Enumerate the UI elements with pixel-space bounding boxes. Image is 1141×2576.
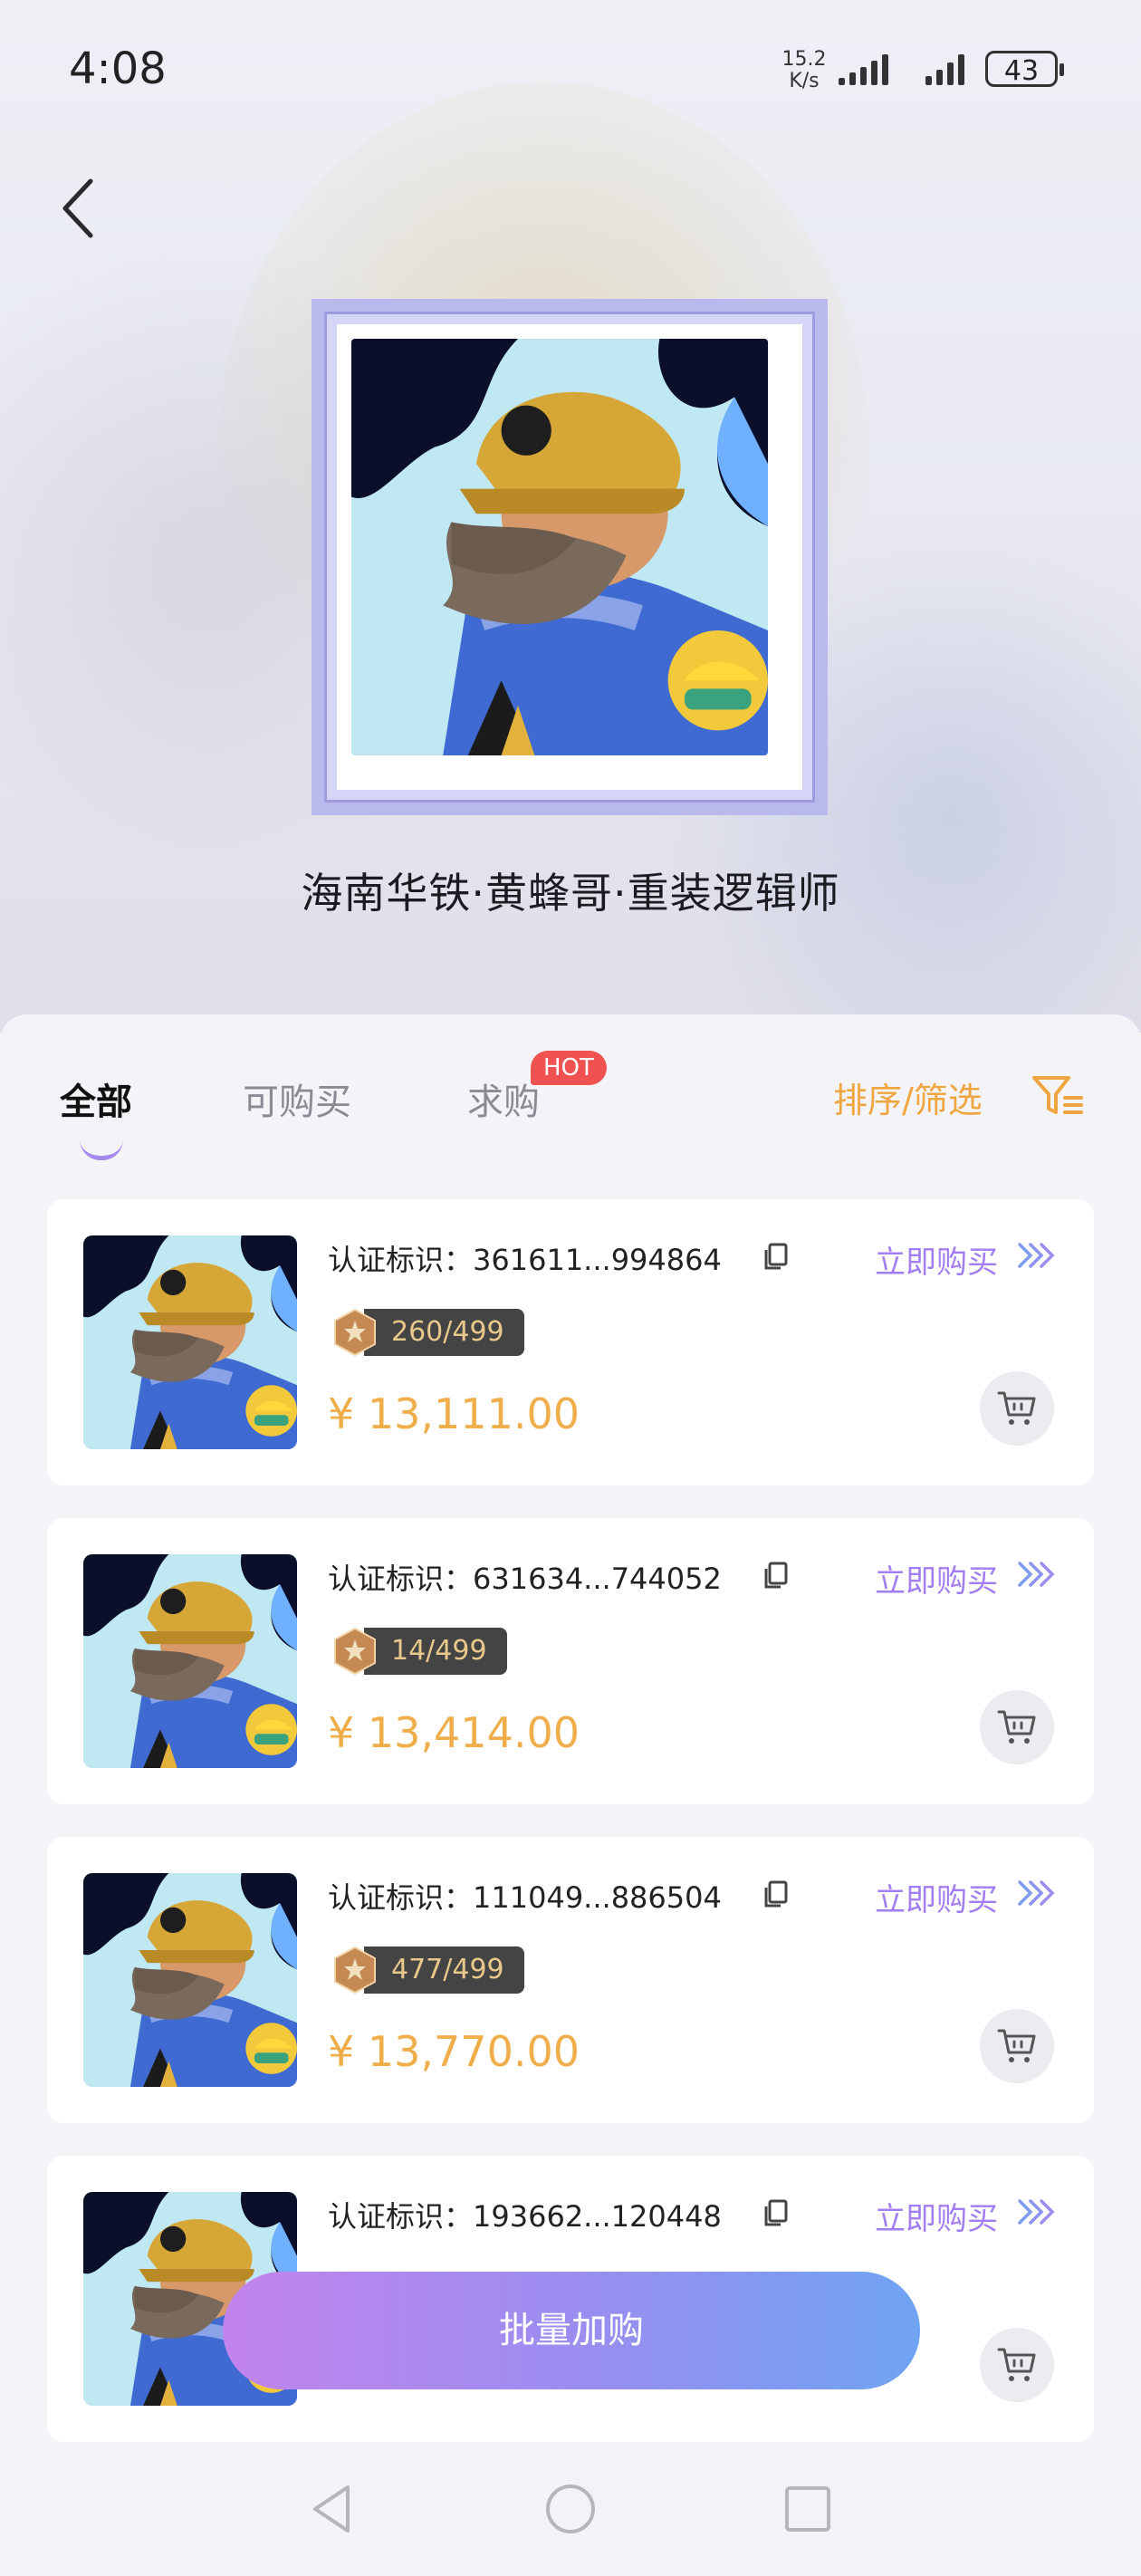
listing-card[interactable]: 认证标识：111049...886504 立即购买 477/499 ¥ 13,7… [47,1837,1094,2123]
edition-badge: 260/499 [333,1308,524,1357]
buy-now-button[interactable]: 立即购买 [875,1237,998,1282]
artwork-frame [312,299,828,815]
battery-icon: 43 [985,51,1064,87]
network-speed: 15.2 K/s [781,48,827,92]
star-hexagon-icon [334,1627,376,1676]
listing-thumbnail[interactable] [83,1554,297,1768]
double-chevron-icon [1018,1562,1055,1587]
add-to-cart-button[interactable] [980,2009,1054,2083]
cart-icon [997,2029,1036,2062]
nav-back-icon[interactable] [308,2482,357,2536]
tab-bar: 全部 可购买 求购 HOT 排序/筛选 [0,1051,1141,1160]
add-to-cart-button[interactable] [980,1371,1054,1446]
buy-now-button[interactable]: 立即购买 [875,1875,998,1919]
star-hexagon-icon [334,1308,376,1357]
nav-home-icon[interactable] [543,2482,598,2536]
back-button[interactable] [54,172,105,245]
sort-filter-button[interactable]: 排序/筛选 [833,1072,983,1122]
listing-price: ¥ 13,414.00 [328,1708,580,1757]
cart-icon [997,1710,1036,1744]
system-nav-bar [0,2446,1141,2576]
signal-strength-1-icon [839,53,888,85]
listing-card[interactable]: 认证标识：361611...994864 立即购买 260/499 ¥ 13,1… [47,1199,1094,1485]
buy-now-button[interactable]: 立即购买 [875,2194,998,2238]
copy-icon[interactable] [762,1562,788,1589]
add-to-cart-button[interactable] [980,1690,1054,1764]
buy-now-button[interactable]: 立即购买 [875,1556,998,1600]
edition-badge: 477/499 [333,1946,524,1994]
double-chevron-icon [1018,1243,1055,1268]
tab-wanted[interactable]: 求购 [467,1072,540,1125]
listing-thumbnail[interactable] [83,1873,297,2087]
status-bar: 4:08 15.2 K/s 43 [0,0,1141,136]
filter-icon[interactable] [1031,1072,1085,1120]
certificate-id: 认证标识：193662...120448 [328,2199,722,2234]
certificate-id: 认证标识：631634...744052 [328,1562,722,1596]
cart-icon [997,2348,1036,2381]
collection-artwork[interactable] [351,339,768,755]
listing-price: ¥ 13,770.00 [328,2027,580,2076]
add-to-cart-button[interactable] [980,2328,1054,2402]
copy-icon[interactable] [762,1243,788,1270]
listing-thumbnail[interactable] [83,1235,297,1449]
tab-all[interactable]: 全部 [60,1072,132,1125]
cart-icon [997,1391,1036,1425]
nav-recents-icon[interactable] [782,2484,833,2534]
certificate-id: 认证标识：361611...994864 [328,1243,722,1277]
copy-icon[interactable] [762,1880,788,1908]
copy-icon[interactable] [762,2199,788,2226]
back-arrow-icon [62,178,93,238]
listing-price: ¥ 13,111.00 [328,1389,580,1438]
hot-badge: HOT [531,1051,607,1085]
signal-strength-2-icon [925,53,964,85]
double-chevron-icon [1018,1880,1055,1906]
edition-badge: 14/499 [333,1627,507,1676]
star-hexagon-icon [334,1946,376,1994]
status-time: 4:08 [69,43,167,94]
collection-title: 海南华铁·黄蜂哥·重装逻辑师 [301,869,840,918]
double-chevron-icon [1018,2199,1055,2225]
certificate-id: 认证标识：111049...886504 [328,1880,722,1915]
tab-purchasable[interactable]: 可购买 [243,1072,351,1125]
bulk-add-to-cart-button[interactable]: 批量加购 [223,2272,920,2389]
listing-card[interactable]: 认证标识：631634...744052 立即购买 14/499 ¥ 13,41… [47,1518,1094,1804]
